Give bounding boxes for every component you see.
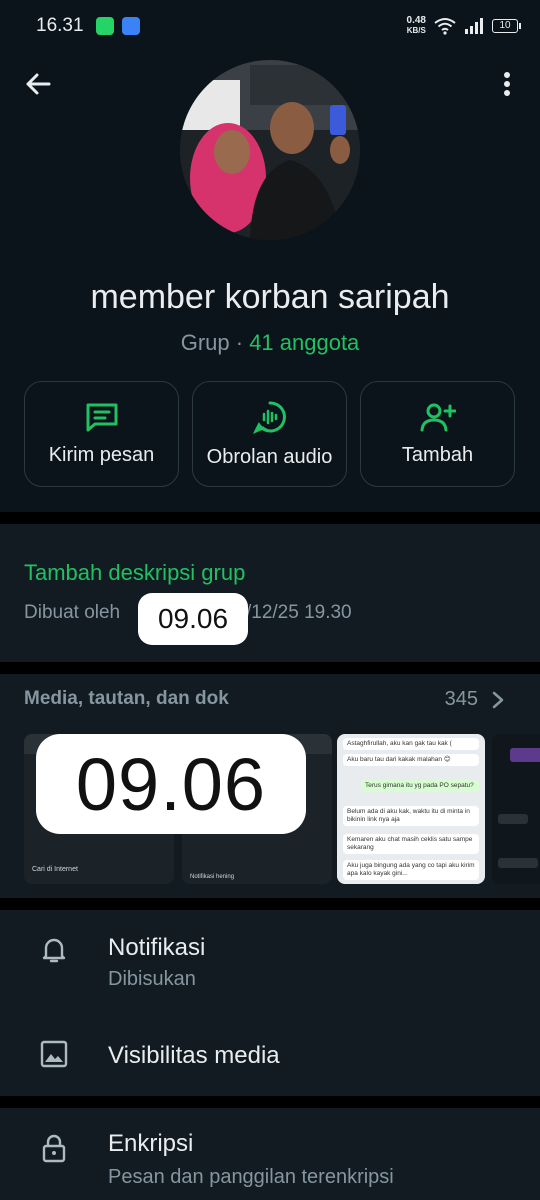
chat-snippet: Astaghfirullah, aku kan gak tau kak ( [343, 738, 479, 750]
section-divider [0, 512, 540, 524]
add-member-button[interactable]: Tambah [360, 381, 515, 487]
section-divider [0, 662, 540, 674]
arrow-left-icon [26, 73, 51, 95]
created-date: 7/12/25 19.30 [235, 602, 352, 623]
chat-snippet: Kemaren aku chat masih ceklis satu sampe… [343, 834, 479, 854]
section-divider [0, 1096, 540, 1108]
quick-actions: Kirim pesan Obrolan audio Tambah [24, 381, 516, 487]
time-overlay-small: 09.06 [138, 593, 248, 645]
section-divider [0, 898, 540, 910]
wifi-icon [434, 18, 456, 35]
add-description-link[interactable]: Tambah deskripsi grup [24, 560, 245, 586]
group-avatar[interactable] [180, 60, 360, 240]
thumb1-text: Cari di Internet [32, 866, 78, 873]
notifications-subtitle: Dibisukan [108, 968, 196, 990]
media-count: 345 [444, 688, 478, 710]
lock-icon-wrap [38, 1132, 70, 1164]
group-member-count[interactable]: 41 anggota [249, 330, 359, 355]
settings-group: Notifikasi Dibisukan Visibilitas media [0, 910, 540, 1096]
media-visibility-title: Visibilitas media [108, 1042, 280, 1069]
chevron-right-icon [492, 691, 504, 708]
add-member-label: Tambah [401, 443, 474, 466]
add-person-icon [420, 403, 456, 431]
encryption-row[interactable]: Enkripsi Pesan dan panggilan terenkripsi [0, 1108, 540, 1200]
chat-snippet: Terus gimana itu yg pada PO sepatu? [361, 780, 479, 792]
media-thumbnail[interactable] [492, 734, 540, 884]
lock-icon [42, 1134, 66, 1163]
bell-icon-wrap [38, 934, 70, 966]
notifications-title: Notifikasi [108, 934, 206, 961]
more-options-button[interactable] [492, 66, 522, 102]
encryption-title: Enkripsi [108, 1130, 194, 1157]
browser-notification-icon [121, 17, 140, 35]
group-separator: · [229, 330, 250, 355]
thumb2-text: Notifikasi hening [190, 874, 235, 880]
audio-chat-button[interactable]: Obrolan audio [192, 381, 347, 487]
chat-snippet: Aku baru tau dari kakak malahan 😊 [343, 754, 479, 766]
description-section: Tambah deskripsi grup Dibuat oleh 7/12/2… [0, 524, 540, 662]
audio-chat-icon [252, 400, 286, 434]
created-prefix: Dibuat oleh [24, 602, 126, 623]
media-thumbnail[interactable]: Astaghfirullah, aku kan gak tau kak ( Ak… [337, 734, 485, 884]
signal-icon [465, 18, 483, 34]
bell-icon [42, 938, 66, 963]
media-visibility-row[interactable]: Visibilitas media [0, 1020, 540, 1090]
group-type: Grup [180, 330, 230, 355]
status-bar: 16.31 0.48 KB/S 10 [0, 0, 540, 52]
settings-group: Enkripsi Pesan dan panggilan terenkripsi [0, 1108, 540, 1200]
battery-icon: 10 [492, 19, 521, 33]
group-header: member korban saripah Grup · 41 anggota … [0, 52, 540, 512]
net-speed-unit: KB/S [406, 26, 426, 35]
group-name: member korban saripah [90, 278, 450, 316]
audio-chat-label: Obrolan audio [206, 445, 333, 468]
time-overlay-large: 09.06 [36, 734, 306, 834]
net-speed: 0.48 KB/S [407, 16, 426, 36]
app-notification-icon [95, 17, 114, 35]
media-count-button[interactable]: 345 [445, 688, 504, 711]
send-message-label: Kirim pesan [48, 443, 155, 466]
encryption-subtitle: Pesan dan panggilan terenkripsi [108, 1166, 394, 1188]
image-icon [40, 1040, 68, 1068]
more-vert-icon [504, 72, 510, 96]
net-speed-value: 0.48 [406, 15, 426, 26]
image-icon-wrap [38, 1038, 70, 1070]
group-photo [180, 60, 360, 240]
chat-snippet: Aku juga bingung ada yang co tapi aku ki… [343, 860, 479, 880]
notifications-row[interactable]: Notifikasi Dibisukan [0, 910, 540, 1006]
message-icon [86, 403, 117, 431]
group-subtitle: Grup · 41 anggota [0, 330, 540, 356]
chat-snippet: Belum ada di aku kak, waktu itu di minta… [343, 806, 479, 826]
send-message-button[interactable]: Kirim pesan [24, 381, 179, 487]
back-button[interactable] [18, 66, 58, 102]
status-time: 16.31 [36, 15, 84, 36]
media-title[interactable]: Media, tautan, dan dok [24, 688, 229, 710]
